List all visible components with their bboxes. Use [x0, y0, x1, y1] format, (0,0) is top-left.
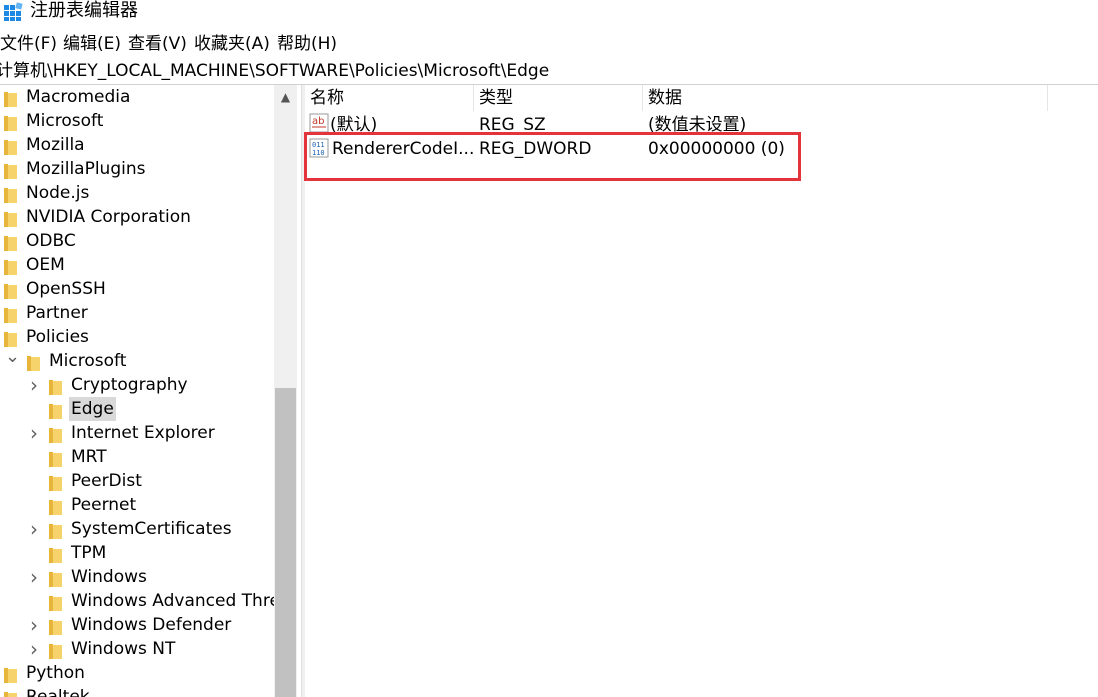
chevron-right-icon[interactable]: › — [27, 565, 41, 589]
column-header-name[interactable]: 名称 — [305, 85, 473, 111]
tree-node-label: Realtek — [26, 687, 90, 697]
chevron-right-icon[interactable]: › — [27, 421, 41, 445]
tree-node-label: ODBC — [26, 231, 76, 251]
tree-node-label: Partner — [26, 303, 88, 323]
folder-icon — [49, 522, 62, 539]
chevron-right-icon[interactable]: › — [27, 373, 41, 397]
svg-text:ab: ab — [312, 116, 324, 127]
folder-icon — [49, 498, 62, 515]
chevron-right-icon[interactable]: › — [27, 517, 41, 541]
tree-node-label: Windows Defender — [71, 615, 232, 635]
tree-node-label: Windows Advanced Thre — [71, 591, 280, 611]
folder-icon — [4, 282, 17, 299]
tree-node-label: Policies — [26, 327, 89, 347]
string-value-icon: ab — [309, 113, 329, 133]
folder-icon — [49, 570, 62, 587]
folder-icon — [4, 690, 17, 697]
window-title: 注册表编辑器 — [30, 0, 138, 21]
tree-node-label: Windows NT — [71, 639, 176, 659]
tree-node-label: MRT — [71, 447, 107, 467]
tree-node-label: Microsoft — [26, 111, 104, 131]
tree-scrollbar-thumb[interactable] — [275, 388, 296, 697]
folder-icon — [4, 330, 17, 347]
tree-node-label: OpenSSH — [26, 279, 106, 299]
folder-icon — [49, 426, 62, 443]
folder-icon — [49, 594, 62, 611]
regedit-app-icon — [4, 2, 23, 21]
tree-node-label: Peernet — [71, 495, 137, 515]
folder-icon — [4, 114, 17, 131]
tree-node-label: Microsoft — [49, 351, 127, 371]
tree-node-label: Cryptography — [71, 375, 188, 395]
key-tree-pane[interactable]: Macromedia Microsoft Mozilla MozillaPlugins… — [0, 85, 297, 697]
folder-icon — [4, 258, 17, 275]
folder-icon — [49, 402, 62, 419]
folder-icon — [4, 90, 17, 107]
folder-icon — [49, 450, 62, 467]
chevron-right-icon[interactable]: › — [27, 613, 41, 637]
chevron-right-icon[interactable]: › — [27, 637, 41, 661]
folder-icon — [4, 210, 17, 227]
tree-node-label: OEM — [26, 255, 65, 275]
tree-node-label: Python — [26, 663, 85, 683]
folder-icon — [4, 138, 17, 155]
folder-icon — [49, 474, 62, 491]
tree-node-label: Macromedia — [26, 87, 131, 107]
folder-icon — [4, 234, 17, 251]
chevron-down-icon[interactable]: ⌄ — [5, 348, 20, 373]
tree-node-label: MozillaPlugins — [26, 159, 146, 179]
folder-icon — [4, 186, 17, 203]
red-highlight-annotation — [304, 132, 801, 181]
menu-edit[interactable]: 编辑(E) — [63, 31, 121, 57]
folder-icon — [4, 306, 17, 323]
menu-favorites[interactable]: 收藏夹(A) — [194, 31, 270, 57]
folder-icon — [49, 642, 62, 659]
menu-view[interactable]: 查看(V) — [128, 31, 187, 57]
tree-node-label: NVIDIA Corporation — [26, 207, 191, 227]
menu-bar: 文件(F) 编辑(E) 查看(V) 收藏夹(A) 帮助(H) — [0, 31, 1098, 57]
menu-help[interactable]: 帮助(H) — [277, 31, 337, 57]
folder-icon — [49, 378, 62, 395]
menu-file[interactable]: 文件(F) — [0, 31, 57, 57]
tree-node-label: Node.js — [26, 183, 90, 203]
folder-icon — [49, 546, 62, 563]
folder-icon — [4, 162, 17, 179]
column-header-data[interactable]: 数据 — [643, 85, 1047, 111]
tree-node-label: TPM — [71, 543, 107, 563]
title-bar: 注册表编辑器 — [0, 0, 1098, 28]
address-path[interactable]: 计算机\HKEY_LOCAL_MACHINE\SOFTWARE\Policies… — [0, 59, 549, 83]
folder-icon — [4, 666, 17, 683]
tree-node-label: PeerDist — [71, 471, 142, 491]
folder-icon — [27, 354, 40, 371]
tree-node-label: Edge — [69, 397, 116, 421]
column-divider[interactable] — [1047, 85, 1048, 111]
folder-icon — [49, 618, 62, 635]
column-header-type[interactable]: 类型 — [474, 85, 642, 111]
tree-node-label: Windows — [71, 567, 147, 587]
tree-node-label: Mozilla — [26, 135, 85, 155]
address-bar[interactable]: 计算机\HKEY_LOCAL_MACHINE\SOFTWARE\Policies… — [0, 58, 1098, 85]
tree-node-label: Internet Explorer — [71, 423, 215, 443]
tree-node-label: SystemCertificates — [71, 519, 232, 539]
scroll-up-arrow-icon[interactable]: ▲ — [274, 85, 297, 109]
